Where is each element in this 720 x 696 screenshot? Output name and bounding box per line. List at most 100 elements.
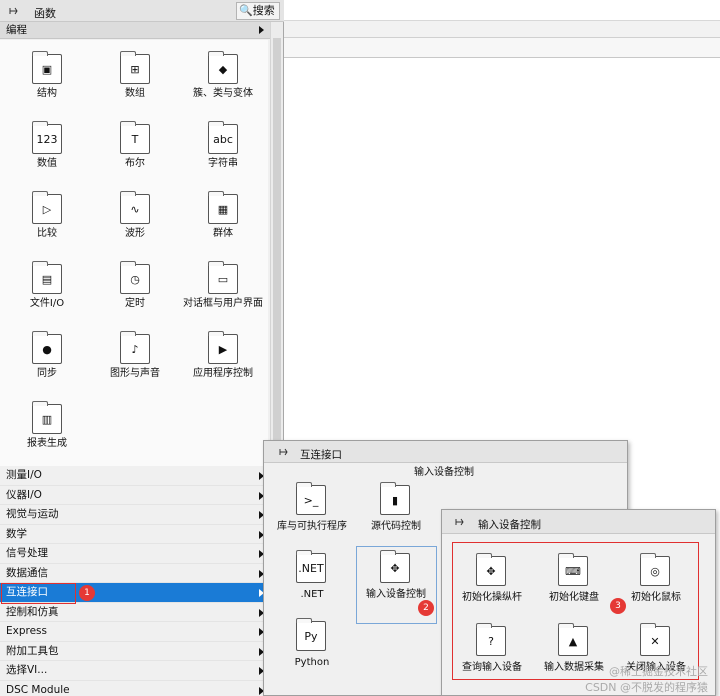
timing-icon: ◷ bbox=[120, 261, 150, 294]
menu-item[interactable]: 控制和仿真 bbox=[0, 602, 270, 622]
interconnect-subtitle: 输入设备控制 bbox=[414, 467, 474, 478]
cluster-tile[interactable]: ◆ 簇、类与变体 bbox=[178, 46, 268, 112]
tile-label: 比较 bbox=[37, 228, 57, 239]
collection-icon: ▦ bbox=[208, 191, 238, 224]
array-icon: ⊞ bbox=[120, 51, 150, 84]
collection-tile[interactable]: ▦ 群体 bbox=[178, 186, 268, 252]
interconnect-header: 互连接口 bbox=[264, 441, 627, 463]
menu-item[interactable]: DSC Module bbox=[0, 680, 270, 696]
dialog-tile[interactable]: ▭ 对话框与用户界面 bbox=[178, 256, 268, 322]
highlight-box-interconnect bbox=[1, 583, 76, 604]
glyph: Py bbox=[304, 629, 318, 643]
source-control-icon: ▮ bbox=[380, 482, 410, 515]
palette-grid: ▣ 结构 ⊞ 数组 ◆ 簇、类与变体 123 数值 T 布尔 abc 字符串 ▷ 比较 ∿ 波形 ▦ 群体 ▤ 文件I… bbox=[0, 40, 268, 466]
file-io-icon: ▤ bbox=[32, 261, 62, 294]
menu-item[interactable]: 数学 bbox=[0, 524, 270, 544]
menu-item-label: 选择VI... bbox=[6, 664, 48, 676]
interconnect-title: 互连接口 bbox=[300, 449, 342, 461]
menu-item[interactable]: 附加工具包 bbox=[0, 641, 270, 661]
python-tile[interactable]: Py Python bbox=[272, 613, 352, 677]
glyph: ▶ bbox=[218, 342, 228, 356]
glyph: ◆ bbox=[218, 62, 228, 76]
numeric-icon: 123 bbox=[32, 121, 62, 154]
tile-label: 应用程序控制 bbox=[193, 368, 253, 379]
palette-title: 函数 bbox=[34, 7, 56, 20]
menu-item[interactable]: 数据通信 bbox=[0, 563, 270, 583]
glyph: ▣ bbox=[41, 62, 53, 76]
dotnet-tile[interactable]: .NET .NET bbox=[272, 545, 352, 609]
app-control-tile[interactable]: ▶ 应用程序控制 bbox=[178, 326, 268, 392]
menu-item-label: 控制和仿真 bbox=[6, 605, 59, 618]
search-label: 搜索 bbox=[252, 4, 275, 17]
library-icon: >_ bbox=[296, 482, 326, 515]
string-tile[interactable]: abc 字符串 bbox=[178, 116, 268, 182]
search-button[interactable]: 🔍搜索 bbox=[236, 2, 280, 20]
tile-label: 源代码控制 bbox=[371, 521, 421, 532]
tile-label: 文件I/O bbox=[29, 298, 65, 309]
timing-tile[interactable]: ◷ 定时 bbox=[90, 256, 180, 322]
highlight-box-vis bbox=[452, 542, 699, 680]
menu-item-label: DSC Module bbox=[6, 683, 70, 696]
menu-item[interactable]: 选择VI... bbox=[0, 661, 270, 681]
diagram-toolbar bbox=[284, 20, 720, 38]
tile-label: 群体 bbox=[213, 228, 233, 239]
pin-icon[interactable] bbox=[8, 5, 20, 17]
array-tile[interactable]: ⊞ 数组 bbox=[90, 46, 180, 112]
menu-item-label: 仪器I/O bbox=[6, 488, 42, 501]
synchronization-icon: ● bbox=[32, 331, 62, 364]
structures-tile[interactable]: ▣ 结构 bbox=[2, 46, 92, 112]
tile-label: 对话框与用户界面 bbox=[183, 298, 263, 309]
tile-label: 定时 bbox=[125, 298, 145, 309]
python-icon: Py bbox=[296, 618, 326, 651]
report-tile[interactable]: ▥ 报表生成 bbox=[2, 396, 92, 462]
comparison-tile[interactable]: ▷ 比较 bbox=[2, 186, 92, 252]
menu-item-label: 视觉与运动 bbox=[6, 508, 59, 520]
cluster-icon: ◆ bbox=[208, 51, 238, 84]
input-device-title: 输入设备控制 bbox=[478, 519, 541, 531]
menu-item[interactable]: 视觉与运动 bbox=[0, 505, 270, 525]
glyph: ▤ bbox=[41, 272, 53, 286]
numeric-tile[interactable]: 123 数值 bbox=[2, 116, 92, 182]
input-device-header: 输入设备控制 bbox=[442, 510, 715, 534]
category-menu: 测量I/O 仪器I/O 视觉与运动 数学 信号处理 数据通信 互连接口 控制和仿真 Expres… bbox=[0, 466, 270, 696]
tile-label: 数组 bbox=[125, 88, 145, 99]
source-control-tile[interactable]: ▮ 源代码控制 bbox=[356, 477, 436, 541]
pin-icon[interactable] bbox=[278, 446, 290, 458]
category-label: 编程 bbox=[6, 24, 27, 36]
glyph: ∿ bbox=[130, 202, 140, 216]
category-programming[interactable]: 编程 bbox=[0, 22, 270, 39]
glyph: abc bbox=[213, 132, 233, 146]
library-tile[interactable]: >_ 库与可执行程序 bbox=[272, 477, 352, 541]
step-badge-1: 1 bbox=[79, 585, 95, 601]
watermark-line1: @稀土掘金技术社区 bbox=[609, 665, 708, 678]
glyph: ♪ bbox=[131, 342, 139, 356]
tile-label: 结构 bbox=[37, 88, 57, 99]
glyph: ⊞ bbox=[130, 62, 140, 76]
synchronization-tile[interactable]: ● 同步 bbox=[2, 326, 92, 392]
tile-label: 波形 bbox=[125, 228, 145, 239]
pin-icon[interactable] bbox=[454, 516, 466, 528]
menu-item[interactable]: 测量I/O bbox=[0, 466, 270, 486]
menu-item-label: Express bbox=[6, 625, 48, 637]
glyph: 123 bbox=[36, 132, 58, 146]
comparison-icon: ▷ bbox=[32, 191, 62, 224]
glyph: ▦ bbox=[217, 202, 229, 216]
glyph: ▷ bbox=[42, 202, 52, 216]
structures-icon: ▣ bbox=[32, 51, 62, 84]
waveform-tile[interactable]: ∿ 波形 bbox=[90, 186, 180, 252]
expand-arrow-icon bbox=[259, 26, 264, 34]
tile-label: Python bbox=[294, 657, 330, 668]
graphics-sound-tile[interactable]: ♪ 图形与声音 bbox=[90, 326, 180, 392]
boolean-icon: T bbox=[120, 121, 150, 154]
menu-item[interactable]: 仪器I/O bbox=[0, 485, 270, 505]
dotnet-icon: .NET bbox=[296, 550, 326, 583]
menu-item[interactable]: Express bbox=[0, 622, 270, 642]
glyph: .NET bbox=[298, 561, 324, 575]
boolean-tile[interactable]: T 布尔 bbox=[90, 116, 180, 182]
menu-item-label: 附加工具包 bbox=[6, 644, 59, 657]
file-io-tile[interactable]: ▤ 文件I/O bbox=[2, 256, 92, 322]
report-icon: ▥ bbox=[32, 401, 62, 434]
tile-label: 同步 bbox=[37, 368, 57, 379]
glyph: ▭ bbox=[217, 272, 229, 286]
menu-item[interactable]: 信号处理 bbox=[0, 544, 270, 564]
